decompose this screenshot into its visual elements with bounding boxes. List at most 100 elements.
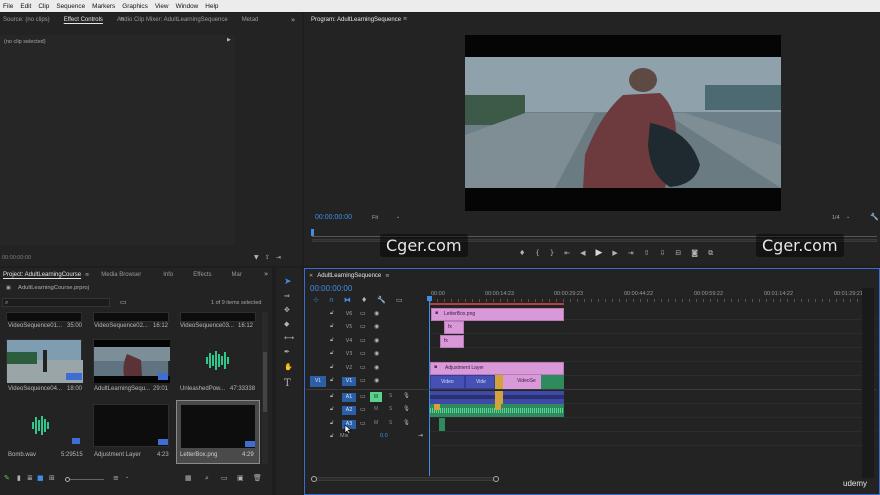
clip-v1-gap[interactable] (495, 375, 503, 389)
menu-markers[interactable]: Markers (92, 3, 115, 10)
camera-icon[interactable]: ◙ (691, 249, 698, 257)
fit-dropdown[interactable]: Fit ⌄ (372, 214, 404, 223)
menu-clip[interactable]: Clip (38, 3, 49, 10)
trash-icon[interactable]: 🗑 (253, 474, 262, 482)
track-label[interactable]: V4 (342, 337, 356, 346)
sync-lock-icon[interactable]: ▭ (360, 350, 366, 357)
tab-markers[interactable]: Mar (232, 272, 242, 278)
eye-icon[interactable]: ◉ (374, 323, 379, 330)
menu-graphics[interactable]: Graphics (122, 3, 148, 10)
microphone-icon[interactable]: 🎙︎ (403, 406, 410, 412)
program-menu-icon[interactable]: ≡ (403, 16, 407, 22)
lock-icon[interactable]: 🔓︎ (330, 377, 334, 384)
microphone-icon[interactable]: 🎙︎ (403, 420, 410, 426)
track-label[interactable]: A1 (342, 393, 356, 402)
panel-overflow-icon[interactable]: » (291, 16, 295, 24)
program-playhead[interactable] (311, 229, 314, 236)
lock-icon[interactable]: 🔓︎ (330, 364, 334, 371)
lock-icon[interactable]: 🔓︎ (330, 393, 334, 400)
panel-menu-icon[interactable]: ≡ (85, 272, 89, 278)
tab-info[interactable]: Info (163, 272, 173, 278)
source-patch-v1[interactable]: V1 (310, 376, 326, 387)
project-thumb-sequence[interactable] (93, 339, 170, 383)
menu-sequence[interactable]: Sequence (56, 3, 85, 10)
play-arrow-icon[interactable]: ▶ (227, 37, 231, 43)
menu-file[interactable]: File (3, 3, 13, 10)
mute-button[interactable]: M (374, 406, 378, 412)
step-back-icon[interactable]: ◀ (580, 249, 585, 257)
solo-button[interactable]: S (389, 406, 392, 412)
eye-icon[interactable]: ◉ (374, 377, 379, 384)
icon-view-icon[interactable]: ■ (37, 474, 44, 482)
project-thumb-video[interactable] (6, 339, 83, 383)
slip-tool-icon[interactable]: ⟷ (284, 334, 294, 342)
clip-a1[interactable] (430, 391, 564, 404)
tab-audio-clip-mixer[interactable]: Audio Clip Mixer: AdultLearningSequence (117, 17, 228, 23)
tab-program[interactable]: Program: AdultLearningSequence (311, 17, 401, 23)
mute-button[interactable]: M (374, 420, 378, 426)
trim-icon[interactable]: ⊟ (675, 249, 681, 257)
filter-icon[interactable]: ▼ (254, 254, 259, 261)
playhead-handle[interactable] (427, 296, 432, 301)
track-label[interactable]: V5 (342, 323, 356, 332)
lock-icon[interactable]: 🔓︎ (330, 406, 334, 413)
eye-icon[interactable]: ◉ (374, 310, 379, 317)
track-select-tool-icon[interactable]: ⇒ (284, 292, 290, 300)
sync-lock-icon[interactable]: ▭ (360, 393, 366, 400)
sync-lock-icon[interactable]: ▭ (360, 406, 366, 413)
chevron-down-icon[interactable]: ⌄ (125, 474, 129, 480)
add-marker-icon[interactable]: ♦ (361, 296, 367, 304)
menu-view[interactable]: View (155, 3, 169, 10)
new-bin-icon[interactable]: ▭ (120, 298, 127, 306)
panel-menu-icon[interactable]: ≡ (385, 273, 389, 279)
project-thumb-adjustment[interactable] (93, 404, 169, 447)
clip-a3[interactable] (439, 418, 445, 431)
sync-lock-icon[interactable]: ▭ (360, 310, 366, 317)
nav-icon[interactable]: ⇥ (276, 254, 281, 261)
comparison-icon[interactable]: ⧉ (708, 249, 713, 258)
play-icon[interactable]: ▶ (595, 248, 602, 258)
mark-in-icon[interactable]: { (535, 249, 539, 257)
panel-menu-icon[interactable]: ≡ (120, 16, 124, 22)
eye-icon[interactable]: ◉ (374, 337, 379, 344)
lock-icon[interactable]: ▮ (17, 474, 21, 482)
lock-icon[interactable]: 🔓︎ (330, 337, 334, 344)
sync-lock-icon[interactable]: ▭ (360, 377, 366, 384)
type-tool-icon[interactable]: T (284, 378, 291, 389)
new-item-icon[interactable]: ▣ (237, 474, 244, 482)
tab-effect-controls[interactable]: Effect Controls (64, 17, 103, 23)
clip-v1-d[interactable] (541, 375, 564, 389)
step-forward-icon[interactable]: ▶ (612, 249, 617, 257)
clip-letterbox[interactable]: ▪ LetterBox.png (431, 308, 564, 321)
project-thumb[interactable] (93, 312, 169, 322)
tab-media-browser[interactable]: Media Browser (101, 272, 141, 278)
menu-edit[interactable]: Edit (20, 3, 31, 10)
project-scrollbar[interactable] (262, 312, 268, 464)
ripple-edit-tool-icon[interactable]: ✥ (284, 306, 290, 314)
tab-source[interactable]: Source: (no clips) (3, 17, 50, 23)
project-thumb[interactable] (180, 312, 256, 322)
lock-icon[interactable]: 🔓︎ (330, 420, 334, 427)
hand-tool-icon[interactable]: ✋ (284, 363, 293, 371)
timeline-settings-icon[interactable]: 🔧 (377, 296, 386, 304)
track-label[interactable]: V6 (342, 310, 356, 319)
close-icon[interactable]: ✕ (309, 273, 313, 279)
solo-button[interactable]: S (389, 393, 392, 399)
clip-v4[interactable]: fx (440, 335, 464, 348)
track-label[interactable]: A2 (342, 406, 356, 415)
menu-window[interactable]: Window (176, 3, 199, 10)
nest-icon[interactable]: ⊹ (313, 296, 319, 304)
eye-icon[interactable]: ◉ (374, 350, 379, 357)
lift-icon[interactable]: ⇧ (644, 249, 650, 257)
project-thumb-audio[interactable] (6, 404, 82, 447)
extract-icon[interactable]: ⇩ (660, 249, 666, 257)
resolution-dropdown[interactable]: 1/4 ⌄ (832, 214, 852, 223)
program-timecode[interactable]: 00:00:00:00 (315, 214, 352, 221)
selection-tool-icon[interactable]: ➤ (284, 277, 292, 287)
lock-icon[interactable]: 🔓︎ (330, 310, 334, 317)
thumbnail-size-slider[interactable] (65, 477, 104, 482)
find-icon[interactable]: ⌕ (205, 474, 209, 483)
go-to-in-icon[interactable]: ⇤ (564, 249, 570, 257)
lock-icon[interactable]: 🔓︎ (330, 433, 334, 440)
clip-a2[interactable] (430, 404, 564, 417)
